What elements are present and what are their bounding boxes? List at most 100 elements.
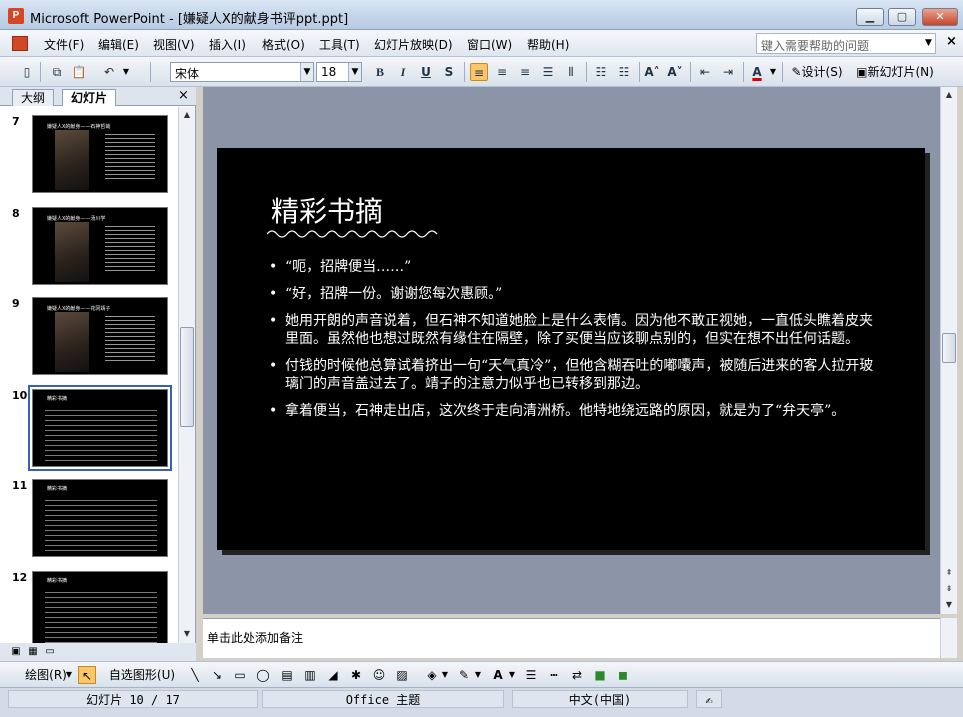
thumbnail-row[interactable]: 11 精彩书摘 (0, 479, 178, 565)
thumbnail-row[interactable]: 12 精彩书摘 (0, 571, 178, 643)
maximize-button[interactable]: ▢ (888, 8, 916, 26)
thumbnail-row[interactable]: 7 嫌疑人X的献身——石神哲哉 (0, 115, 178, 201)
autoshapes-button[interactable]: 自选图形(U) (106, 666, 178, 684)
scroll-down-icon[interactable]: ▼ (941, 597, 957, 613)
chevron-down-icon[interactable]: ▼ (768, 63, 778, 81)
scroll-up-icon[interactable]: ▲ (179, 107, 195, 123)
previous-slide-icon[interactable]: ⇞ (941, 565, 957, 581)
document-close-button[interactable]: × (946, 34, 957, 49)
fill-color-icon[interactable]: ◈ (424, 666, 440, 684)
close-button[interactable]: ✕ (922, 8, 958, 26)
arrow-style-icon[interactable]: ⇄ (568, 666, 586, 684)
menu-slideshow[interactable]: 幻灯片放映(D) (374, 36, 453, 53)
shadow-button[interactable]: S (440, 63, 458, 81)
oval-tool-icon[interactable]: ◯ (255, 666, 271, 684)
decrease-font-icon[interactable]: A˅ (666, 63, 684, 81)
slide-sorter-icon[interactable]: ▦ (26, 645, 40, 658)
menu-window[interactable]: 窗口(W) (467, 36, 512, 53)
dash-style-icon[interactable]: ┅ (545, 666, 563, 684)
menu-view[interactable]: 视图(V) (153, 36, 195, 53)
spelling-check-icon[interactable]: ✍ (696, 690, 722, 708)
next-slide-icon[interactable]: ⇟ (941, 581, 957, 597)
menu-format[interactable]: 格式(O) (262, 36, 305, 53)
increase-font-icon[interactable]: A˄ (643, 63, 661, 81)
wordart-icon[interactable]: ◢ (325, 666, 341, 684)
slide-scrollbar[interactable]: ▲ ⇞ ⇟ ▼ (940, 87, 957, 614)
scrollbar-thumb[interactable] (180, 327, 194, 427)
copy-icon[interactable]: ⧉ (48, 63, 66, 81)
distribute-icon[interactable]: ⦀ (562, 63, 580, 81)
shadow-style-icon[interactable]: ■ (591, 666, 609, 684)
slide-thumbnail[interactable]: 嫌疑人X的献身——石神哲哉 (32, 115, 168, 193)
numbered-list-icon[interactable]: ☷ (592, 63, 610, 81)
font-color-icon[interactable]: A (490, 666, 506, 684)
design-button[interactable]: ✎设计(S) (787, 63, 847, 81)
tab-slides[interactable]: 幻灯片 (62, 89, 117, 106)
italic-button[interactable]: I (394, 63, 412, 81)
line-tool-icon[interactable]: ╲ (188, 666, 202, 684)
rectangle-tool-icon[interactable]: ▭ (232, 666, 248, 684)
paste-icon[interactable]: 📋 (70, 63, 88, 81)
current-slide[interactable]: 精彩书摘 “呃，招牌便当……” “好，招牌一份。谢谢您每次惠顾。” 她用开朗的声… (217, 148, 925, 550)
undo-icon[interactable]: ↶ (100, 63, 118, 81)
thumbnail-row-selected[interactable]: 10 精彩书摘 (0, 385, 178, 475)
vertical-textbox-icon[interactable]: ▥ (302, 666, 318, 684)
select-pointer-icon[interactable]: ↖ (78, 666, 96, 684)
font-size-select[interactable]: 18 ▼ (316, 62, 362, 82)
align-center-icon[interactable]: ≡ (493, 63, 511, 81)
picture-icon[interactable]: ▨ (394, 666, 410, 684)
slide-thumbnail-selected[interactable]: 精彩书摘 (28, 385, 172, 471)
menu-file[interactable]: 文件(F) (44, 36, 84, 53)
menu-help[interactable]: 帮助(H) (527, 36, 569, 53)
diagram-icon[interactable]: ✱ (348, 666, 364, 684)
font-color-icon[interactable]: A (748, 63, 766, 81)
align-right-icon[interactable]: ≡ (516, 63, 534, 81)
thumbnail-scrollbar[interactable]: ▲ ▼ (178, 107, 195, 643)
thumbnail-row[interactable]: 9 嫌疑人X的献身——花冈靖子 (0, 297, 178, 383)
clipart-icon[interactable]: ☺ (371, 666, 387, 684)
justify-icon[interactable]: ☰ (539, 63, 557, 81)
tab-outline[interactable]: 大纲 (12, 89, 55, 106)
bulleted-list-icon[interactable]: ☷ (615, 63, 633, 81)
chevron-down-icon[interactable]: ▼ (348, 63, 361, 81)
bullet-item[interactable]: 她用开朗的声音说着，但石神不知道她脸上是什么表情。因为他不敢正视她，一直低头瞧着… (269, 312, 879, 348)
new-slide-button[interactable]: ▣新幻灯片(N) (851, 63, 939, 81)
chevron-down-icon[interactable]: ▼ (300, 63, 313, 81)
slide-thumbnail[interactable]: 精彩书摘 (32, 571, 168, 643)
menu-tools[interactable]: 工具(T) (319, 36, 360, 53)
line-color-icon[interactable]: ✎ (456, 666, 472, 684)
help-search-input[interactable]: 键入需要帮助的问题 (756, 33, 936, 54)
chevron-down-icon[interactable]: ▼ (64, 666, 74, 684)
align-left-icon[interactable]: ≡ (470, 63, 488, 81)
slide-thumbnail[interactable]: 嫌疑人X的献身——汤川学 (32, 207, 168, 285)
chevron-down-icon[interactable]: ▼ (507, 666, 517, 684)
menu-insert[interactable]: 插入(I) (209, 36, 246, 53)
minimize-button[interactable]: ▁ (856, 8, 884, 26)
3d-style-icon[interactable]: ◼ (614, 666, 632, 684)
decrease-indent-icon[interactable]: ⇤ (696, 63, 714, 81)
slide-thumbnail[interactable]: 精彩书摘 (32, 479, 168, 557)
scroll-down-icon[interactable]: ▼ (179, 626, 195, 642)
undo-dropdown-icon[interactable]: ▼ (121, 63, 131, 81)
notes-pane[interactable]: 单击此处添加备注 (203, 618, 940, 658)
increase-indent-icon[interactable]: ⇥ (719, 63, 737, 81)
document-icon[interactable] (12, 36, 28, 51)
chevron-down-icon[interactable]: ▼ (473, 666, 483, 684)
help-dropdown-icon[interactable]: ▼ (921, 33, 936, 54)
chevron-down-icon[interactable]: ▼ (440, 666, 450, 684)
font-name-select[interactable]: 宋体 ▼ (170, 62, 314, 82)
scrollbar-thumb[interactable] (942, 333, 956, 363)
bullet-item[interactable]: “呃，招牌便当……” (269, 258, 879, 276)
close-icon[interactable]: × (178, 88, 189, 103)
menu-edit[interactable]: 编辑(E) (98, 36, 139, 53)
arrow-tool-icon[interactable]: ↘ (210, 666, 224, 684)
line-style-icon[interactable]: ☰ (522, 666, 540, 684)
slide-body-text[interactable]: “呃，招牌便当……” “好，招牌一份。谢谢您每次惠顾。” 她用开朗的声音说着，但… (269, 258, 879, 429)
thumbnail-row[interactable]: 8 嫌疑人X的献身——汤川学 (0, 207, 178, 293)
bullet-item[interactable]: 拿着便当，石神走出店，这次终于走向清洲桥。他特地绕远路的原因，就是为了“弁天亭”… (269, 402, 879, 420)
normal-view-icon[interactable]: ▣ (9, 645, 23, 658)
slide-title[interactable]: 精彩书摘 (271, 190, 383, 230)
powerpoint-app-icon[interactable]: P (8, 8, 24, 24)
bullet-item[interactable]: 付钱的时候他总算试着挤出一句“天气真冷”，但他含糊吞吐的嘟囔声，被随后进来的客人… (269, 357, 879, 393)
new-document-icon[interactable]: ▯ (18, 63, 36, 81)
